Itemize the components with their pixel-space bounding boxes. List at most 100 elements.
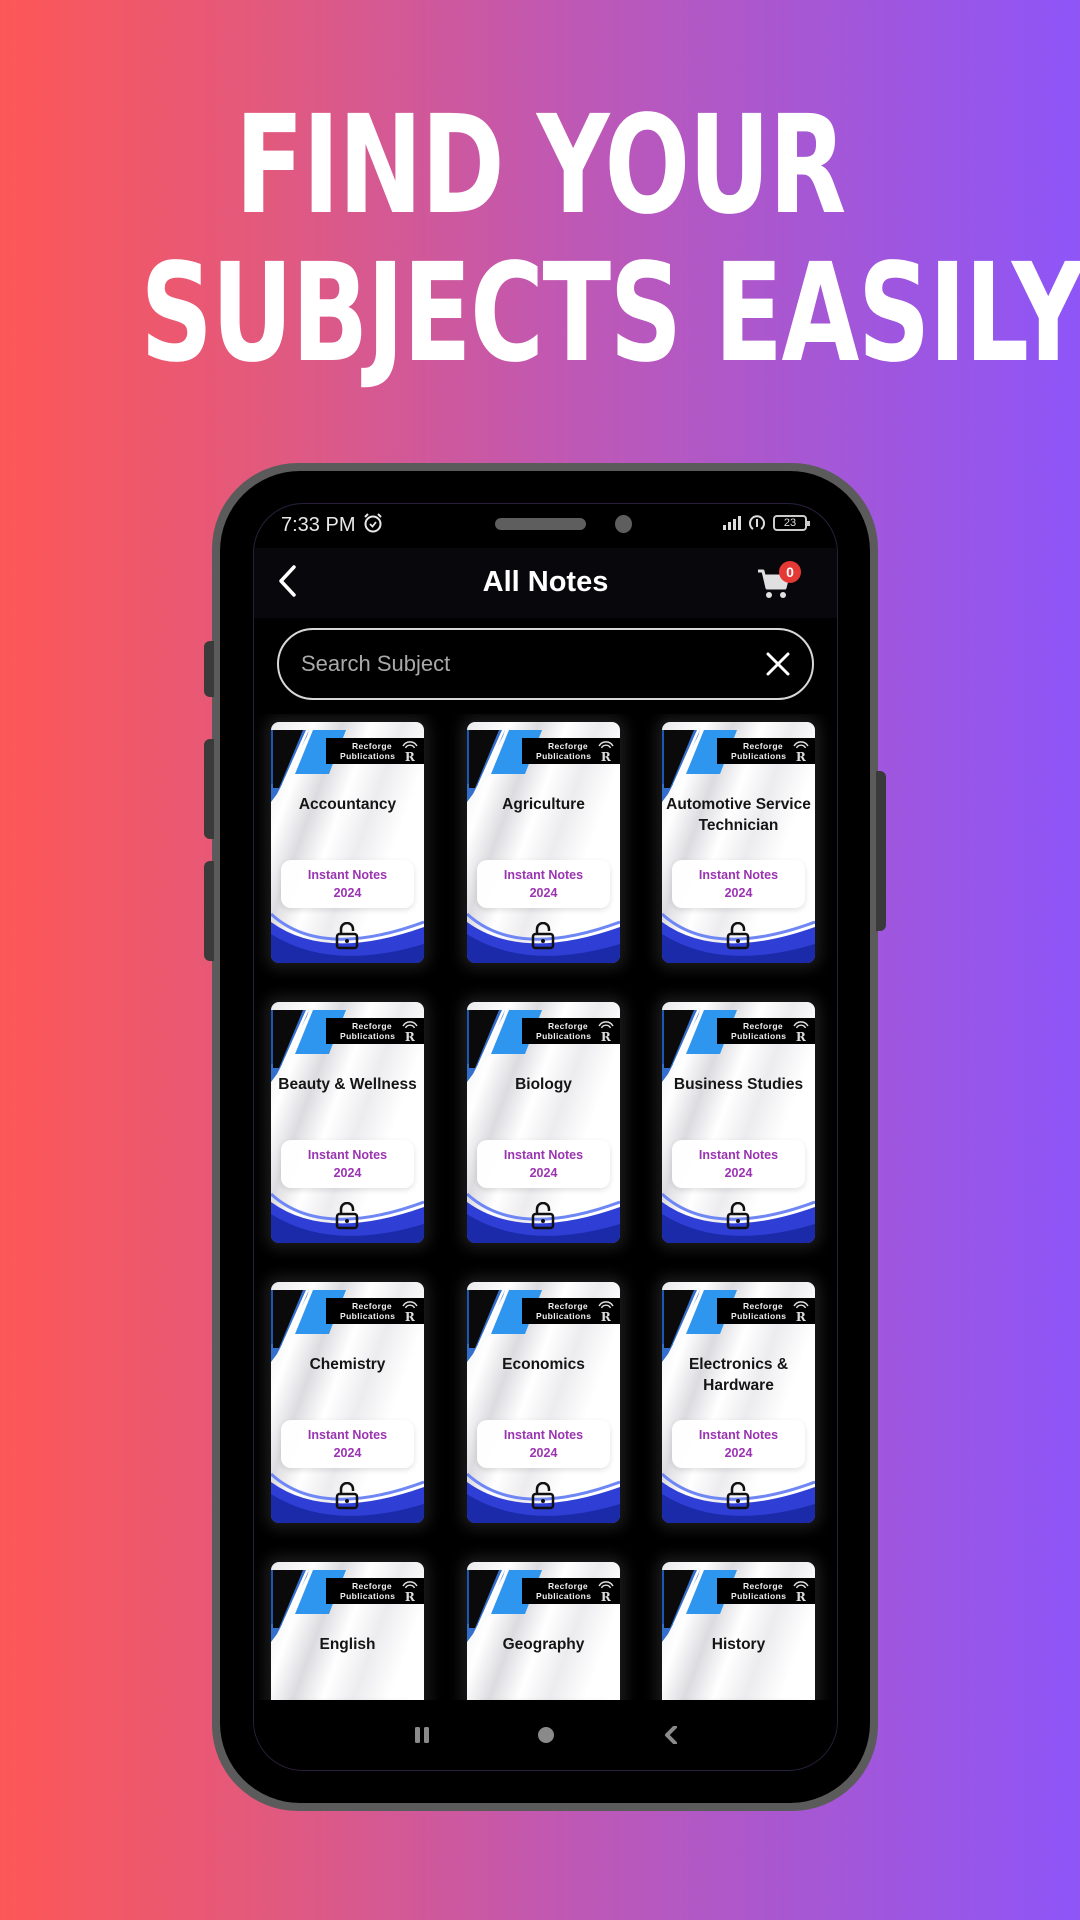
edition-badge: Instant Notes 2024 — [281, 1420, 414, 1468]
subject-card[interactable]: Recforge Publications R Geography Instan… — [467, 1562, 620, 1704]
edition-badge: Instant Notes 2024 — [672, 1140, 805, 1188]
subject-title: Electronics & Hardware — [688, 1356, 789, 1394]
recents-icon[interactable] — [413, 1726, 431, 1744]
edition-year: 2024 — [724, 1446, 753, 1460]
publisher-logo-icon: R — [793, 1581, 809, 1603]
unlocked-padlock-icon — [726, 1202, 750, 1230]
publisher-brand: Recforge Publications R — [522, 1298, 620, 1324]
publisher-logo-icon: R — [598, 1301, 614, 1323]
subject-card[interactable]: Recforge Publications R Economics Instan… — [467, 1282, 620, 1523]
edition-badge: Instant Notes 2024 — [672, 860, 805, 908]
subject-title: Automotive Service Technician — [666, 796, 811, 834]
unlocked-padlock-icon — [335, 1202, 359, 1230]
unlocked-padlock-icon — [531, 1202, 555, 1230]
edition-label: Instant Notes — [698, 1148, 779, 1162]
headline-line-1: FIND YOUR — [235, 87, 846, 245]
edition-year: 2024 — [529, 1446, 558, 1460]
unlocked-padlock-icon — [726, 1482, 750, 1510]
promo-headline: FIND YOUR SUBJECTS EASILY — [140, 87, 1080, 388]
publisher-logo-icon: R — [793, 741, 809, 763]
publisher-logo-icon: R — [598, 1581, 614, 1603]
back-triangle-icon[interactable] — [662, 1726, 680, 1744]
edition-year: 2024 — [529, 1166, 558, 1180]
svg-text:R: R — [796, 750, 807, 763]
page-title: All Notes — [482, 566, 609, 598]
subject-card[interactable]: Recforge Publications R Beauty & Wellnes… — [271, 1002, 424, 1243]
publisher-brand: Recforge Publications R — [326, 1578, 424, 1604]
edition-year: 2024 — [724, 886, 753, 900]
publisher-brand: Recforge Publications R — [717, 1298, 815, 1324]
svg-text:R: R — [601, 750, 612, 763]
edition-badge: Instant Notes 2024 — [477, 860, 610, 908]
subject-title: Beauty & Wellness — [278, 1076, 417, 1093]
battery-icon: 23 — [773, 515, 810, 531]
subject-card[interactable]: Recforge Publications R Chemistry Instan… — [271, 1282, 424, 1523]
publisher-brand: Recforge Publications R — [717, 1018, 815, 1044]
hotspot-icon — [749, 515, 765, 530]
edition-year: 2024 — [333, 1446, 362, 1460]
phone-screen: 7:33 PM 23 All Notes 0 Search Subject Re… — [253, 503, 838, 1771]
svg-text:R: R — [405, 1030, 416, 1043]
publisher-logo-icon: R — [598, 741, 614, 763]
subject-card[interactable]: Recforge Publications R Accountancy Inst… — [271, 722, 424, 963]
svg-text:R: R — [405, 1310, 416, 1323]
unlocked-padlock-icon — [335, 922, 359, 950]
subject-grid: Recforge Publications R Accountancy Inst… — [254, 714, 837, 1704]
edition-year: 2024 — [529, 886, 558, 900]
subject-title: History — [711, 1636, 766, 1653]
home-circle-icon[interactable] — [537, 1726, 555, 1744]
subject-card[interactable]: Recforge Publications R History Instant … — [662, 1562, 815, 1704]
publisher-brand: Recforge Publications R — [522, 1578, 620, 1604]
edition-badge: Instant Notes 2024 — [477, 1140, 610, 1188]
edition-label: Instant Notes — [503, 868, 584, 882]
publisher-brand: Recforge Publications R — [326, 738, 424, 764]
svg-text:R: R — [601, 1030, 612, 1043]
edition-label: Instant Notes — [503, 1148, 584, 1162]
front-camera — [615, 515, 632, 533]
subject-card[interactable]: Recforge Publications R Electronics & Ha… — [662, 1282, 815, 1523]
publisher-brand: Recforge Publications R — [326, 1018, 424, 1044]
phone-side-button — [204, 641, 214, 697]
unlocked-padlock-icon — [726, 922, 750, 950]
publisher-logo-icon: R — [793, 1301, 809, 1323]
subject-title: Geography — [502, 1636, 585, 1653]
unlocked-padlock-icon — [531, 1482, 555, 1510]
edition-badge: Instant Notes 2024 — [477, 1420, 610, 1468]
search-bar — [277, 628, 814, 700]
edition-label: Instant Notes — [307, 1148, 388, 1162]
volume-down-button — [204, 861, 214, 961]
edition-badge: Instant Notes 2024 — [281, 860, 414, 908]
subject-title: Chemistry — [309, 1356, 386, 1373]
edition-badge: Instant Notes 2024 — [281, 1140, 414, 1188]
svg-text:R: R — [405, 1590, 416, 1603]
power-button — [876, 771, 886, 931]
edition-label: Instant Notes — [698, 1428, 779, 1442]
alarm-clock-icon — [362, 512, 384, 540]
publisher-logo-icon: R — [402, 1021, 418, 1043]
subject-title: English — [319, 1636, 376, 1653]
svg-text:R: R — [796, 1030, 807, 1043]
edition-badge: Instant Notes 2024 — [672, 1420, 805, 1468]
publisher-brand: Recforge Publications R — [717, 738, 815, 764]
svg-text:R: R — [405, 750, 416, 763]
publisher-logo-icon: R — [793, 1021, 809, 1043]
subject-title: Biology — [515, 1076, 572, 1093]
edition-label: Instant Notes — [503, 1428, 584, 1442]
close-icon[interactable] — [764, 650, 792, 678]
volume-up-button — [204, 739, 214, 839]
edition-year: 2024 — [724, 1166, 753, 1180]
app-header: All Notes 0 — [254, 548, 837, 618]
edition-year: 2024 — [333, 1166, 362, 1180]
subject-card[interactable]: Recforge Publications R Agriculture Inst… — [467, 722, 620, 963]
subject-card[interactable]: Recforge Publications R Business Studies… — [662, 1002, 815, 1243]
status-icons: 23 — [723, 514, 810, 532]
subject-card[interactable]: Recforge Publications R English Instant … — [271, 1562, 424, 1704]
status-time: 7:33 PM — [281, 514, 356, 536]
search-input[interactable] — [301, 630, 741, 698]
publisher-brand: Recforge Publications R — [522, 738, 620, 764]
cart-button[interactable]: 0 — [757, 561, 801, 602]
subject-card[interactable]: Recforge Publications R Biology Instant … — [467, 1002, 620, 1243]
subject-card[interactable]: Recforge Publications R Automotive Servi… — [662, 722, 815, 963]
publisher-logo-icon: R — [598, 1021, 614, 1043]
unlocked-padlock-icon — [335, 1482, 359, 1510]
